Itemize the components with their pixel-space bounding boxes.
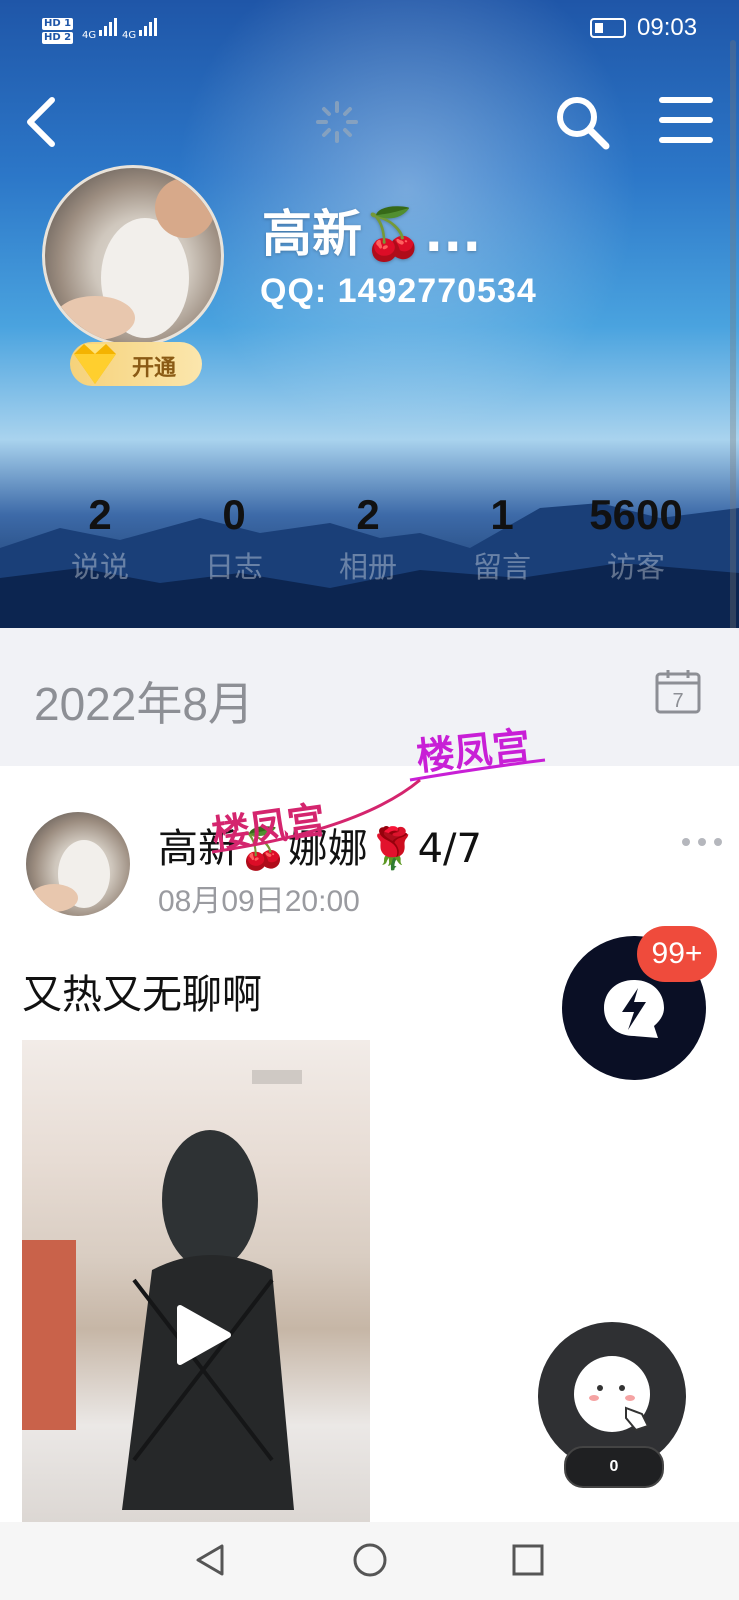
watermark-overlay: 楼凤宫 楼凤宫 [209,723,546,857]
video-frame [22,1070,302,1510]
stat-label: 留言 [472,550,531,584]
stat-liuyan[interactable]: 1 留言 [442,490,562,586]
profile-header: HD 1 HD 2 4G 4G 09:03 开通 高新🍒... QQ: 1492… [0,0,739,628]
sim-indicators: HD 1 HD 2 [42,18,74,46]
stat-value: 5600 [589,491,683,538]
stat-fangke[interactable]: 5600 访客 [576,490,696,586]
vip-label: 开通 [132,356,177,381]
net1-label: 4G [82,30,97,41]
profile-username: 高新🍒... [262,205,482,263]
signal-1: 4G [82,16,121,41]
post-text: 又热又无聊啊 [22,972,262,1018]
calendar-day: 7 [672,690,683,712]
clock: 09:03 [637,14,698,41]
menu-icon[interactable] [658,92,714,148]
loading-spinner-icon [316,101,358,143]
diamond-icon [74,344,116,384]
stat-value: 2 [356,491,380,538]
qq-number: 1492770534 [337,272,537,310]
nav-home-icon[interactable] [350,1540,390,1580]
play-icon[interactable] [166,1300,236,1370]
qq-number-line: QQ: 1492770534 [260,272,537,311]
signal-2: 4G [122,16,161,41]
watermark-text: 楼凤宫 [209,797,328,856]
net2-label: 4G [122,30,137,41]
stat-value: 2 [88,491,112,538]
stat-value: 1 [490,491,514,538]
qq-label: QQ: [260,272,328,310]
stat-label: 日志 [204,550,263,584]
signal-bars-icon [139,18,158,36]
stat-value: 0 [222,491,246,538]
profile-avatar[interactable] [42,165,224,347]
nav-back-icon[interactable] [190,1540,230,1580]
calendar-icon[interactable]: 7 [654,668,702,716]
sim1-label: HD 1 [42,18,74,30]
scrollbar[interactable] [730,40,736,680]
unread-badge: 99+ [637,926,717,982]
post-author-avatar[interactable] [26,812,130,916]
battery-icon [590,18,626,38]
status-bar: HD 1 HD 2 4G 4G 09:03 [0,10,739,50]
post-timestamp: 08月09日20:00 [158,885,360,918]
nav-recents-icon[interactable] [508,1540,548,1580]
signal-bars-icon [99,18,118,36]
search-icon[interactable] [552,92,612,152]
vip-open-button[interactable]: 开通 [70,342,202,386]
interaction-count: 0 [564,1446,664,1488]
avatar-photo [55,178,215,340]
post-video-thumbnail[interactable] [22,1040,370,1522]
stat-rizhi[interactable]: 0 日志 [174,490,294,586]
avatar-photo [30,840,110,912]
stat-xiangce[interactable]: 2 相册 [308,490,428,586]
stat-shuoshuo[interactable]: 2 说说 [40,490,160,586]
back-arrow-icon[interactable] [22,92,62,152]
stat-label: 访客 [606,550,665,584]
system-nav-bar [0,1522,739,1600]
more-icon[interactable] [680,832,724,852]
stat-label: 相册 [338,550,397,584]
sim2-label: HD 2 [42,32,74,44]
stat-label: 说说 [70,550,129,584]
